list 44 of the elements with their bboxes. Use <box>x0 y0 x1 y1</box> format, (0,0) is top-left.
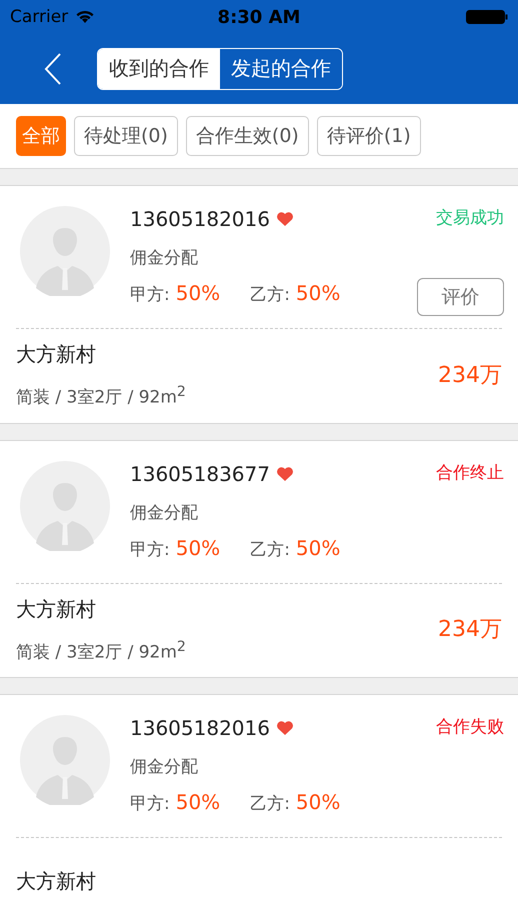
party-label: 甲方: <box>130 284 170 306</box>
wifi-icon <box>75 10 96 24</box>
phone-number: 13605183677 <box>130 462 270 486</box>
status-label: 合作失败 <box>436 716 504 738</box>
avatar-icon <box>20 715 110 806</box>
commission-label: 佣金分配 <box>130 502 199 524</box>
estate-name: 大方新村 <box>16 596 97 623</box>
party-label: 甲方: <box>130 793 170 816</box>
phone-number: 13605182016 <box>130 716 270 740</box>
heart-icon <box>276 466 294 482</box>
price-label: 234万 <box>438 362 502 390</box>
share-value: 50% <box>176 790 220 814</box>
phone-number: 13605182016 <box>130 207 270 231</box>
avatar-icon <box>20 460 110 551</box>
share-value: 50% <box>296 536 340 560</box>
party-label: 乙方: <box>250 793 290 816</box>
filter-tab[interactable]: 待处理(0) <box>74 116 178 156</box>
share-value: 50% <box>176 281 220 305</box>
back-chevron-icon <box>44 53 62 85</box>
filter-tab[interactable]: 合作生效(0) <box>186 116 309 156</box>
heart-icon <box>276 211 294 227</box>
party-label: 乙方: <box>250 538 290 561</box>
price-label: 234万 <box>438 616 502 644</box>
status-label: 交易成功 <box>436 207 504 229</box>
status-label: 合作终止 <box>436 462 504 484</box>
share-value: 50% <box>176 536 220 560</box>
estate-name: 大方新村 <box>16 868 96 895</box>
party-label: 乙方: <box>250 284 290 306</box>
segment-tab[interactable]: 收到的合作 <box>98 49 220 89</box>
battery-icon <box>466 9 508 25</box>
commission-label: 佣金分配 <box>130 756 199 778</box>
clock-time: 8:30 AM <box>218 6 300 28</box>
commission-label: 佣金分配 <box>130 247 199 269</box>
rate-button[interactable]: 评价 <box>417 278 504 316</box>
heart-icon <box>276 720 294 736</box>
estate-name: 大方新村 <box>16 341 97 368</box>
share-value: 50% <box>296 281 340 305</box>
property-details: 简装 / 3室2厅 / 92m$^{2}$ <box>16 638 186 664</box>
party-label: 甲方: <box>130 538 170 561</box>
avatar-icon <box>20 206 110 296</box>
property-details: 简装 / 3室2厅 / 92m$^{2}$ <box>16 384 186 409</box>
share-value: 50% <box>296 790 340 814</box>
carrier-label: Carrier <box>10 7 68 27</box>
filter-tab[interactable]: 待评价(1) <box>316 116 421 156</box>
